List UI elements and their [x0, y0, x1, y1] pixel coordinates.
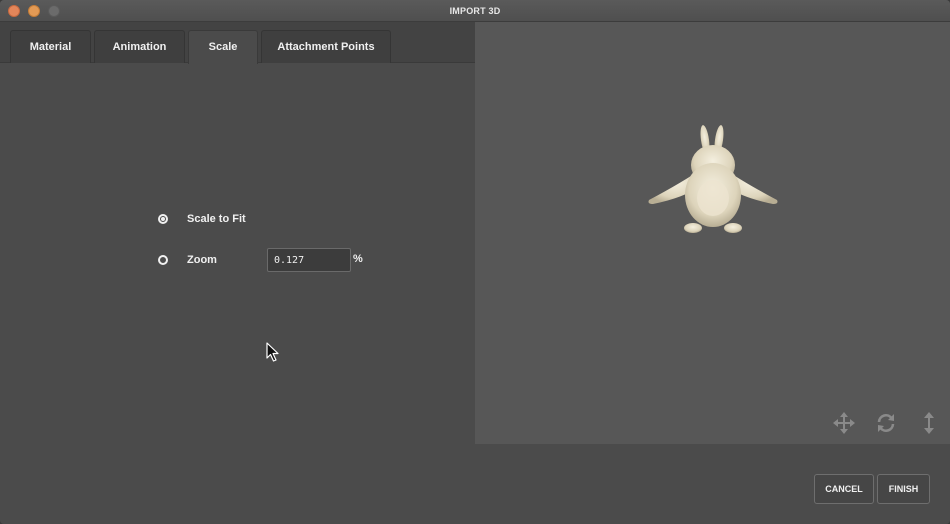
cancel-button[interactable]: CANCEL	[814, 474, 874, 504]
vertical-height-icon[interactable]	[918, 412, 940, 434]
window-title: IMPORT 3D	[449, 6, 501, 16]
tab-scale[interactable]: Scale	[188, 30, 258, 64]
title-bar: IMPORT 3D	[0, 0, 950, 22]
model-preview-viewport[interactable]	[475, 22, 950, 444]
zoom-label[interactable]: Zoom	[187, 253, 217, 267]
footer-bar: CANCEL FINISH	[0, 444, 950, 524]
tab-bar: Material Animation Scale Attachment Poin…	[0, 22, 475, 64]
scale-to-fit-label[interactable]: Scale to Fit	[187, 212, 246, 226]
zoom-radio[interactable]	[158, 255, 168, 265]
tab-animation[interactable]: Animation	[94, 30, 185, 63]
tab-material[interactable]: Material	[10, 30, 91, 63]
bunny-model-icon	[648, 125, 778, 233]
rotate-icon[interactable]	[875, 412, 897, 434]
tab-attachment-points[interactable]: Attachment Points	[261, 30, 391, 63]
zoom-unit-label: %	[353, 253, 363, 265]
settings-pane: Material Animation Scale Attachment Poin…	[0, 22, 475, 444]
import-3d-window: IMPORT 3D Material Animation Scale Attac…	[0, 0, 950, 524]
move-icon[interactable]	[833, 412, 855, 434]
zoom-input[interactable]	[267, 248, 351, 272]
finish-button[interactable]: FINISH	[877, 474, 930, 504]
mouse-cursor-icon	[266, 342, 279, 362]
scale-to-fit-radio[interactable]	[158, 214, 168, 224]
